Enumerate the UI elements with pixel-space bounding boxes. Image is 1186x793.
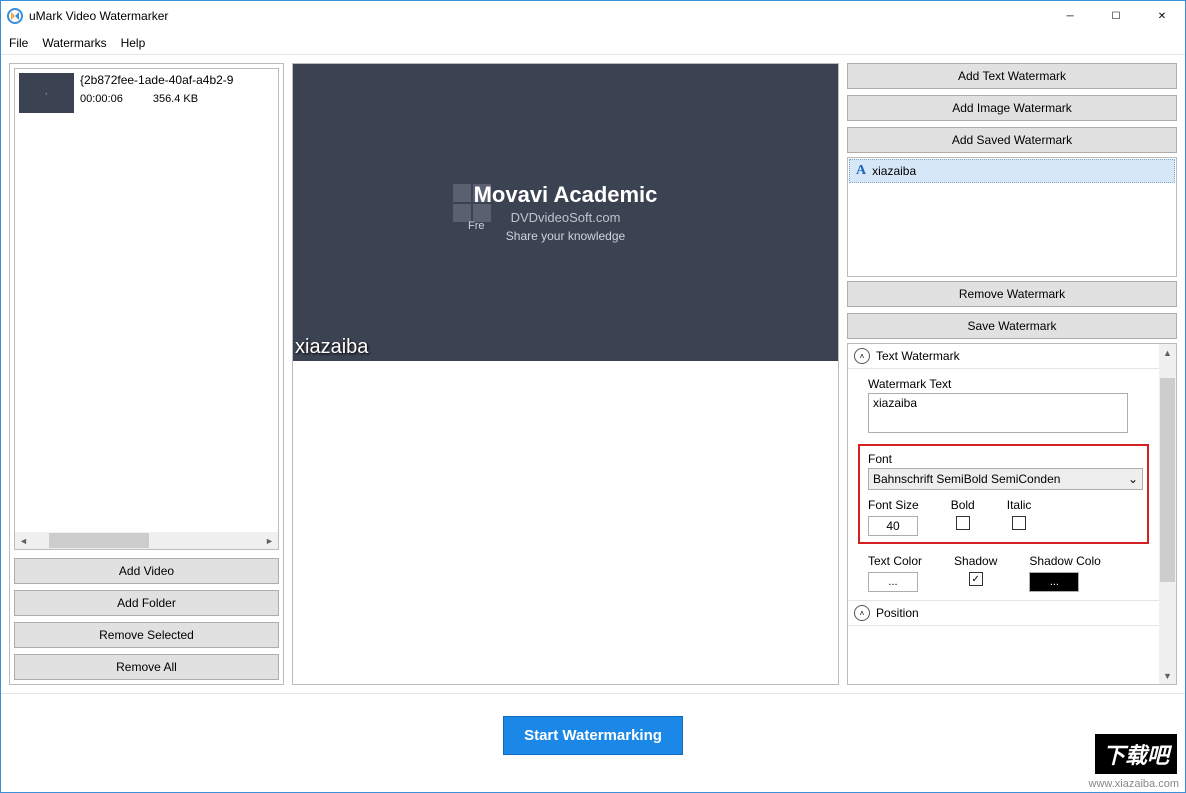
scroll-right-icon[interactable]: ► xyxy=(261,536,278,546)
text-color-button[interactable]: ... xyxy=(868,572,918,592)
video-list-item[interactable]: ▪ {2b872fee-1ade-40af-a4b2-9 00:00:06 35… xyxy=(15,69,278,117)
save-watermark-button[interactable]: Save Watermark xyxy=(847,313,1177,339)
chevron-up-icon[interactable]: ˄ xyxy=(854,605,870,621)
font-label: Font xyxy=(868,452,1139,466)
properties-panel: ˄ Text Watermark Watermark Text Font Bah… xyxy=(847,343,1177,685)
shadow-label: Shadow xyxy=(954,554,997,568)
shadow-color-label: Shadow Colo xyxy=(1029,554,1100,568)
add-text-watermark-button[interactable]: Add Text Watermark xyxy=(847,63,1177,89)
left-panel: ▪ {2b872fee-1ade-40af-a4b2-9 00:00:06 35… xyxy=(9,63,284,685)
section-title: Text Watermark xyxy=(876,349,960,363)
bold-label: Bold xyxy=(951,498,975,512)
bold-checkbox[interactable] xyxy=(956,516,970,530)
menubar: File Watermarks Help xyxy=(1,31,1185,55)
app-logo-icon xyxy=(7,8,23,24)
menu-help[interactable]: Help xyxy=(121,36,146,50)
remove-all-button[interactable]: Remove All xyxy=(14,654,279,680)
scroll-left-icon[interactable]: ◄ xyxy=(15,536,32,546)
scroll-down-icon[interactable]: ▼ xyxy=(1163,667,1172,684)
preview-shadow-text: DVDvideoSoft.com xyxy=(293,210,838,225)
text-color-label: Text Color xyxy=(868,554,922,568)
add-saved-watermark-button[interactable]: Add Saved Watermark xyxy=(847,127,1177,153)
section-title: Position xyxy=(876,606,919,620)
horizontal-scrollbar[interactable]: ◄ ► xyxy=(15,532,278,549)
italic-label: Italic xyxy=(1007,498,1032,512)
text-watermark-icon: A xyxy=(856,163,866,179)
add-image-watermark-button[interactable]: Add Image Watermark xyxy=(847,95,1177,121)
shadow-color-button[interactable]: ... xyxy=(1029,572,1079,592)
menu-file[interactable]: File xyxy=(9,36,28,50)
watermark-overlay[interactable]: xiazaiba xyxy=(295,336,368,359)
font-value: Bahnschrift SemiBold SemiConden xyxy=(873,472,1060,486)
video-duration: 00:00:06 xyxy=(80,93,123,105)
shadow-checkbox[interactable]: ✓ xyxy=(969,572,983,586)
preview-panel: Fre Movavi Academic DVDvideoSoft.com Sha… xyxy=(292,63,839,685)
scroll-thumb[interactable] xyxy=(49,533,149,548)
preview-title: Movavi Academic xyxy=(293,182,838,208)
app-title: uMark Video Watermarker xyxy=(29,9,168,23)
vertical-scrollbar[interactable]: ▲ ▼ xyxy=(1159,344,1176,684)
site-url: www.xiazaiba.com xyxy=(1089,778,1179,790)
add-folder-button[interactable]: Add Folder xyxy=(14,590,279,616)
scroll-thumb[interactable] xyxy=(1160,378,1175,582)
start-watermarking-button[interactable]: Start Watermarking xyxy=(503,716,683,755)
remove-watermark-button[interactable]: Remove Watermark xyxy=(847,281,1177,307)
site-logo: 下载吧 xyxy=(1095,734,1177,774)
chevron-up-icon[interactable]: ˄ xyxy=(854,348,870,364)
italic-checkbox[interactable] xyxy=(1012,516,1026,530)
video-thumbnail: ▪ xyxy=(19,73,74,113)
watermark-text-input[interactable] xyxy=(868,393,1128,433)
watermark-list-item[interactable]: A xiazaiba xyxy=(849,159,1175,183)
font-size-input[interactable] xyxy=(868,516,918,536)
video-size: 356.4 KB xyxy=(153,93,198,105)
highlight-box: Font Bahnschrift SemiBold SemiConden ⌄ F… xyxy=(858,444,1149,544)
video-name: {2b872fee-1ade-40af-a4b2-9 xyxy=(80,73,274,87)
watermark-list[interactable]: A xiazaiba xyxy=(847,157,1177,277)
position-section-header[interactable]: ˄ Position xyxy=(848,600,1159,626)
watermark-text-label: Watermark Text xyxy=(868,377,1139,391)
titlebar: uMark Video Watermarker ─ ☐ ✕ xyxy=(1,1,1185,31)
right-panel: Add Text Watermark Add Image Watermark A… xyxy=(847,63,1177,685)
text-watermark-section-header[interactable]: ˄ Text Watermark xyxy=(848,344,1159,369)
close-button[interactable]: ✕ xyxy=(1139,1,1185,31)
video-preview[interactable]: Fre Movavi Academic DVDvideoSoft.com Sha… xyxy=(293,64,838,361)
menu-watermarks[interactable]: Watermarks xyxy=(42,36,106,50)
minimize-button[interactable]: ─ xyxy=(1047,1,1093,31)
scroll-up-icon[interactable]: ▲ xyxy=(1163,344,1172,361)
maximize-button[interactable]: ☐ xyxy=(1093,1,1139,31)
remove-selected-button[interactable]: Remove Selected xyxy=(14,622,279,648)
watermark-item-label: xiazaiba xyxy=(872,164,916,178)
preview-subtitle: Share your knowledge xyxy=(293,229,838,243)
font-size-label: Font Size xyxy=(868,498,919,512)
chevron-down-icon: ⌄ xyxy=(1128,472,1138,486)
video-list[interactable]: ▪ {2b872fee-1ade-40af-a4b2-9 00:00:06 35… xyxy=(14,68,279,550)
font-select[interactable]: Bahnschrift SemiBold SemiConden ⌄ xyxy=(868,468,1143,490)
footer: Start Watermarking xyxy=(1,693,1185,777)
add-video-button[interactable]: Add Video xyxy=(14,558,279,584)
